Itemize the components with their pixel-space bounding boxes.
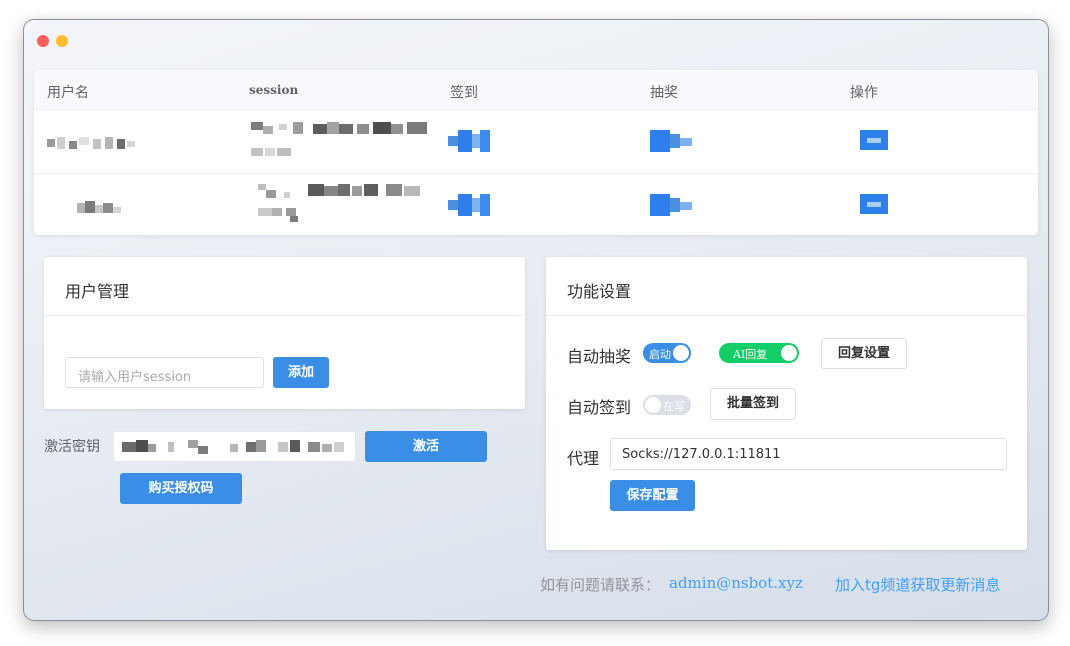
auto-lottery-switch[interactable]: 启动 bbox=[643, 343, 691, 363]
col-checkin-header: 签到 bbox=[450, 85, 478, 101]
app-window: 用户名 session 签到 抽奖 操作 用户管理 请输入用户session 添… bbox=[23, 19, 1049, 621]
divider bbox=[44, 315, 525, 316]
table-header: 用户名 session 签到 抽奖 操作 bbox=[34, 70, 1038, 110]
auto-checkin-switch-text: 在写 bbox=[663, 400, 685, 413]
tg-channel-link[interactable]: 加入tg频道获取更新消息 bbox=[835, 574, 1000, 595]
blurred-username bbox=[77, 201, 125, 215]
table-row bbox=[34, 174, 1038, 235]
auto-checkin-label: 自动签到 bbox=[567, 398, 632, 417]
switch-knob bbox=[781, 345, 797, 361]
lottery-status-indicator bbox=[650, 194, 694, 216]
batch-checkin-button[interactable]: 批量签到 bbox=[710, 388, 796, 420]
row-action-button[interactable] bbox=[860, 194, 888, 214]
checkin-status-indicator bbox=[448, 130, 492, 152]
proxy-input[interactable]: Socks://127.0.0.1:11811 bbox=[610, 438, 1007, 470]
feature-settings-title: 功能设置 bbox=[567, 282, 632, 301]
proxy-input-value: Socks://127.0.0.1:11811 bbox=[622, 447, 781, 462]
auto-lottery-switch-text: 启动 bbox=[649, 348, 671, 361]
ai-reply-switch[interactable]: AI回复 bbox=[719, 343, 799, 363]
contact-prefix: 如有问题请联系： bbox=[540, 576, 661, 594]
ai-reply-switch-text: AI回复 bbox=[733, 348, 768, 361]
checkin-status-indicator bbox=[448, 194, 492, 216]
blurred-session bbox=[258, 184, 428, 222]
activation-key-label: 激活密钥 bbox=[44, 439, 100, 455]
buy-license-button[interactable]: 购买授权码 bbox=[120, 473, 242, 504]
table-row bbox=[34, 110, 1038, 174]
feature-settings-card: 功能设置 自动抽奖 启动 AI回复 回复设置 自动签到 在写 批量签到 代理 S… bbox=[546, 257, 1027, 550]
minimize-window-button[interactable] bbox=[56, 35, 68, 47]
auto-lottery-label: 自动抽奖 bbox=[567, 347, 632, 366]
switch-knob bbox=[645, 397, 661, 413]
user-management-card: 用户管理 请输入用户session 添加 bbox=[44, 257, 525, 409]
proxy-label: 代理 bbox=[567, 449, 600, 468]
accounts-table: 用户名 session 签到 抽奖 操作 bbox=[34, 70, 1038, 235]
add-button[interactable]: 添加 bbox=[273, 357, 329, 388]
contact-email-link[interactable]: admin@nsbot.xyz bbox=[669, 574, 803, 592]
blurred-session bbox=[251, 122, 429, 160]
row-action-button[interactable] bbox=[860, 130, 888, 150]
lottery-status-indicator bbox=[650, 130, 694, 152]
session-input-placeholder: 请输入用户session bbox=[78, 370, 192, 385]
divider bbox=[546, 315, 1027, 316]
blurred-activation-key bbox=[122, 440, 347, 454]
col-action-header: 操作 bbox=[850, 85, 878, 101]
save-config-button[interactable]: 保存配置 bbox=[610, 480, 695, 511]
col-session-header: session bbox=[249, 83, 299, 97]
blurred-username bbox=[47, 137, 137, 151]
session-input[interactable]: 请输入用户session bbox=[65, 357, 264, 388]
close-window-button[interactable] bbox=[37, 35, 49, 47]
activate-button[interactable]: 激活 bbox=[365, 431, 487, 462]
col-username-header: 用户名 bbox=[47, 85, 89, 101]
reply-settings-button[interactable]: 回复设置 bbox=[821, 338, 907, 369]
auto-checkin-switch[interactable]: 在写 bbox=[643, 395, 691, 415]
activation-key-input[interactable] bbox=[113, 431, 356, 462]
switch-knob bbox=[673, 345, 689, 361]
col-lottery-header: 抽奖 bbox=[650, 85, 678, 101]
user-management-title: 用户管理 bbox=[65, 282, 130, 301]
